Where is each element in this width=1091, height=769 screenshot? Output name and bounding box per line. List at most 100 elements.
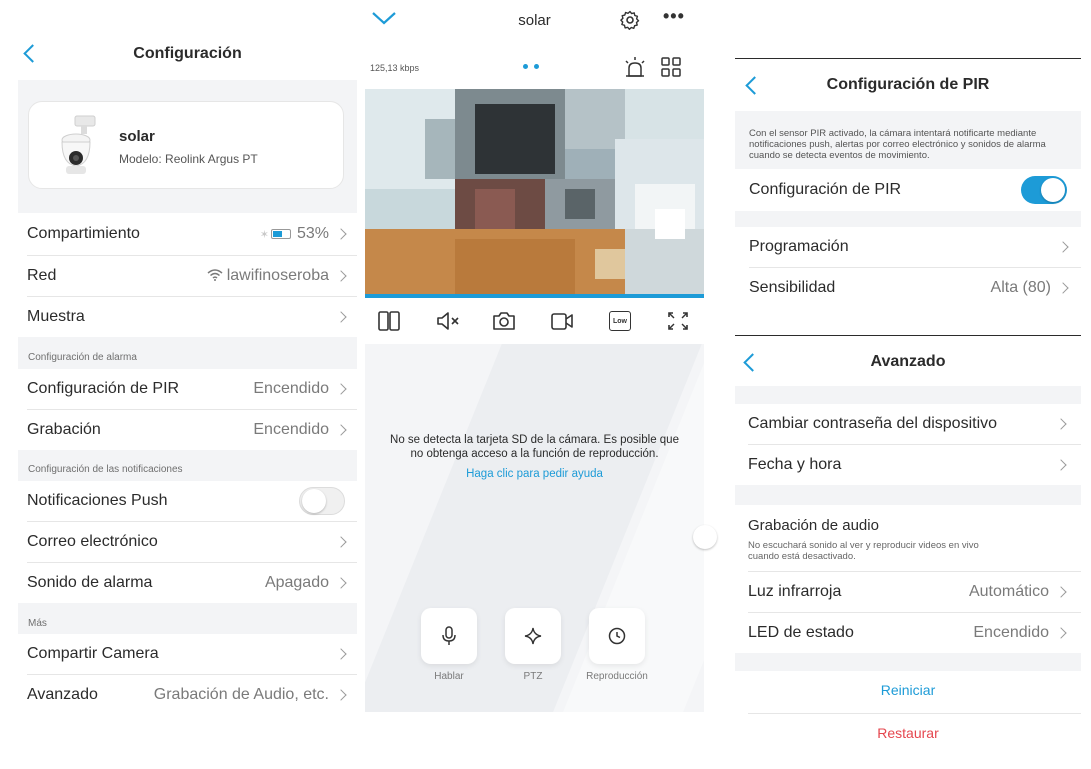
talk-button[interactable] — [421, 608, 477, 664]
quality-badge: Low — [613, 317, 627, 325]
device-model: Modelo: Reolink Argus PT — [119, 152, 258, 166]
split-view-icon[interactable] — [378, 311, 400, 331]
push-toggle[interactable] — [299, 487, 345, 515]
chevron-right-icon — [1055, 459, 1067, 471]
alarm-icon[interactable] — [623, 56, 647, 80]
row-grabacion[interactable]: Grabación Encendido — [18, 410, 357, 450]
row-pir-toggle[interactable]: Configuración de PIR — [735, 169, 1081, 211]
row-fecha[interactable]: Fecha y hora — [735, 445, 1081, 485]
row-muestra[interactable]: Muestra — [18, 297, 357, 337]
row-label: Configuración de PIR — [27, 380, 180, 397]
camera-image — [61, 115, 96, 174]
chevron-right-icon — [335, 577, 347, 589]
row-red[interactable]: Red lawifinoseroba — [18, 256, 357, 296]
snapshot-icon[interactable] — [492, 311, 516, 331]
video-feed[interactable] — [365, 89, 704, 295]
quality-toggle[interactable]: Low — [609, 311, 631, 331]
chevron-right-icon — [335, 270, 347, 282]
row-label: Compartimiento — [27, 225, 140, 242]
section-title-alarma: Configuración de alarma — [28, 352, 137, 363]
device-card[interactable]: solar Modelo: Reolink Argus PT — [28, 101, 344, 189]
row-infrarroja[interactable]: Luz infrarroja Automático — [735, 572, 1081, 612]
chevron-right-icon — [335, 383, 347, 395]
row-label: Avanzado — [27, 686, 98, 703]
pir-description: Con el sensor PIR activado, la cámara in… — [749, 128, 1046, 161]
row-sonido[interactable]: Sonido de alarma Apagado — [18, 563, 357, 603]
led-value: Encendido — [973, 624, 1049, 641]
record-icon[interactable] — [550, 311, 574, 331]
live-view-panel: solar ••• 125,13 kbps Low No se detecta … — [365, 0, 704, 712]
chevron-right-icon — [1055, 418, 1067, 430]
playback-area: No se detecta la tarjeta SD de la cámara… — [365, 344, 704, 712]
pir-toggle[interactable] — [1021, 176, 1067, 204]
pir-value: Encendido — [253, 380, 329, 397]
row-compartimiento[interactable]: Compartimiento ✶ 53% — [18, 213, 357, 255]
pir-panel: Configuración de PIR Con el sensor PIR a… — [735, 58, 1081, 318]
row-label: LED de estado — [748, 624, 854, 641]
bitrate: 125,13 kbps — [370, 63, 420, 73]
ptz-button[interactable] — [505, 608, 561, 664]
row-pir[interactable]: Configuración de PIR Encendido — [18, 369, 357, 409]
advanced-title: Avanzado — [870, 353, 946, 370]
reiniciar-button[interactable]: Reiniciar — [735, 682, 1081, 698]
row-label: Correo electrónico — [27, 533, 158, 550]
row-led[interactable]: LED de estado Encendido — [735, 613, 1081, 653]
clock-icon — [608, 627, 626, 645]
battery-icon: ✶ — [260, 228, 291, 241]
row-sensibilidad[interactable]: Sensibilidad Alta (80) — [735, 268, 1081, 308]
row-label: Grabación — [27, 421, 101, 438]
avanzado-value: Grabación de Audio, etc. — [153, 686, 329, 703]
chevron-right-icon — [1057, 241, 1069, 253]
sonido-value: Apagado — [264, 574, 329, 591]
device-name: solar — [119, 128, 155, 145]
row-programacion[interactable]: Programación — [735, 227, 1081, 267]
video-toolbar: Low — [365, 298, 704, 344]
camera-title: solar — [518, 12, 551, 29]
audio-label: Grabación de audio — [748, 517, 879, 534]
row-correo[interactable]: Correo electrónico — [18, 522, 357, 562]
chevron-right-icon — [335, 689, 347, 701]
restaurar-button[interactable]: Restaurar — [735, 725, 1081, 741]
row-label: Muestra — [27, 308, 85, 325]
section-title-mas: Más — [28, 618, 47, 629]
row-password[interactable]: Cambiar contraseña del dispositivo — [735, 404, 1081, 444]
row-compartir[interactable]: Compartir Camera — [18, 634, 357, 674]
row-label: Configuración de PIR — [749, 181, 902, 198]
row-label: Notificaciones Push — [27, 492, 168, 509]
pir-title: Configuración de PIR — [826, 76, 990, 93]
help-link[interactable]: Haga clic para pedir ayuda — [365, 468, 704, 480]
grabacion-value: Encendido — [253, 421, 329, 438]
row-push[interactable]: Notificaciones Push — [18, 481, 357, 521]
chevron-right-icon — [320, 142, 327, 149]
page-title: Configuración — [133, 45, 242, 62]
mic-icon — [442, 626, 456, 645]
chevron-right-icon — [335, 536, 347, 548]
advanced-panel: Avanzado Cambiar contraseña del disposit… — [693, 335, 1081, 755]
playback-label: Reproducción — [586, 671, 648, 682]
infrarroja-value: Automático — [968, 583, 1049, 600]
row-label: Sensibilidad — [749, 279, 836, 296]
section-title-notificaciones: Configuración de las notificaciones — [28, 464, 183, 475]
chevron-right-icon — [335, 424, 347, 436]
gear-icon[interactable] — [620, 10, 640, 30]
row-audio[interactable]: Grabación de audio No escuchará sonido a… — [693, 505, 1081, 571]
grid-icon[interactable] — [661, 57, 681, 77]
row-avanzado[interactable]: Avanzado Grabación de Audio, etc. — [18, 675, 357, 715]
mute-icon[interactable] — [436, 311, 460, 331]
row-label: Programación — [749, 238, 849, 255]
ptz-label: PTZ — [523, 671, 543, 682]
battery-value: 53% — [296, 225, 329, 242]
wifi-icon — [207, 268, 223, 284]
audio-note: No escuchará sonido al ver y reproducir … — [748, 540, 979, 562]
chevron-right-icon — [1055, 627, 1067, 639]
row-label: Sonido de alarma — [27, 574, 153, 591]
chevron-right-icon — [1055, 586, 1067, 598]
chevron-right-icon — [1057, 282, 1069, 294]
sd-message: No se detecta la tarjeta SD de la cámara… — [390, 434, 679, 460]
more-icon[interactable]: ••• — [663, 6, 685, 27]
fullscreen-icon[interactable] — [667, 311, 689, 331]
row-label: Cambiar contraseña del dispositivo — [748, 415, 998, 432]
playback-button[interactable] — [589, 608, 645, 664]
chevron-right-icon — [335, 228, 347, 240]
chevron-right-icon — [335, 311, 347, 323]
